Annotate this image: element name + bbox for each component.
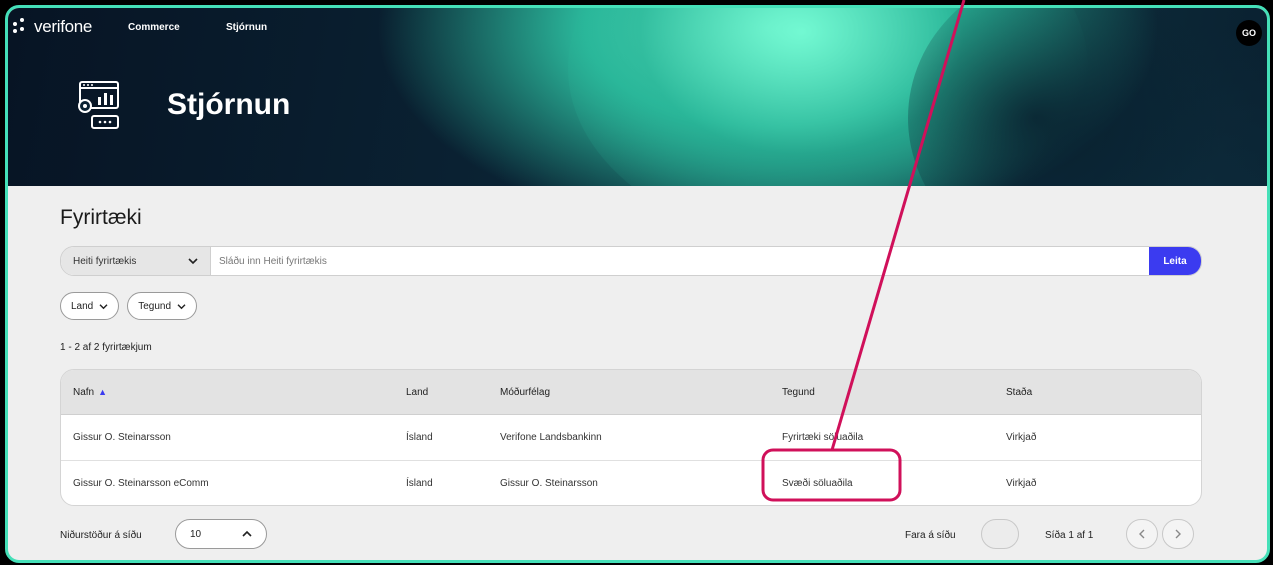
cell-type: Svæði söluaðila xyxy=(782,478,853,489)
chevron-left-icon xyxy=(1139,529,1145,539)
sort-icon[interactable]: ▲︎ xyxy=(98,387,107,397)
chevron-right-icon xyxy=(1175,529,1181,539)
filter-tegund[interactable]: Tegund xyxy=(127,292,198,320)
search-input[interactable] xyxy=(211,247,1149,275)
cell-status: Virkjað xyxy=(1006,478,1037,489)
column-header-country: Land xyxy=(406,386,429,398)
per-page-select[interactable]: 10 xyxy=(175,519,267,549)
search-bar: Heiti fyrirtækis Leita xyxy=(60,246,1202,276)
chevron-down-icon xyxy=(177,303,186,309)
search-field-value: Heiti fyrirtækis xyxy=(73,255,137,267)
page-indicator: Síða 1 af 1 xyxy=(1045,530,1094,541)
filter-tegund-label: Tegund xyxy=(138,300,172,312)
per-page-value: 10 xyxy=(190,528,202,540)
top-navigation: verifone Commerce Stjórnun GO xyxy=(8,8,1267,58)
search-button[interactable]: Leita xyxy=(1149,247,1201,275)
cell-status: Virkjað xyxy=(1006,432,1037,443)
table-row[interactable]: Gissur O. Steinarsson Ísland Verifone La… xyxy=(61,415,1201,461)
cell-parent: Gissur O. Steinarsson xyxy=(500,478,598,489)
page-title: Fyrirtæki xyxy=(60,206,142,229)
per-page-label: Niðurstöður á síðu xyxy=(60,530,142,541)
nav-stjornun[interactable]: Stjórnun xyxy=(226,22,267,33)
next-page-button[interactable] xyxy=(1162,519,1194,549)
results-count: 1 - 2 af 2 fyrirtækjum xyxy=(60,342,152,353)
table-row[interactable]: Gissur O. Steinarsson eComm Ísland Gissu… xyxy=(61,461,1201,505)
column-header-name[interactable]: Nafn ▲︎ xyxy=(61,387,406,398)
user-avatar[interactable]: GO xyxy=(1236,20,1262,46)
goto-page-input[interactable] xyxy=(981,519,1019,549)
nav-commerce[interactable]: Commerce xyxy=(128,22,180,33)
column-header-type: Tegund xyxy=(782,386,815,398)
chevron-down-icon xyxy=(99,303,108,309)
main-content: Fyrirtæki Heiti fyrirtækis Leita Land Te… xyxy=(8,186,1267,560)
search-field-select[interactable]: Heiti fyrirtækis xyxy=(61,247,211,275)
hero-banner: verifone Commerce Stjórnun GO Stjórnun xyxy=(8,8,1267,186)
pagination-bar: Niðurstöður á síðu 10 Fara á síðu Síða 1… xyxy=(60,519,1200,553)
filter-chips: Land Tegund xyxy=(60,292,198,320)
brand-name: verifone xyxy=(34,17,93,36)
filter-land[interactable]: Land xyxy=(60,292,120,320)
page-heading: Stjórnun xyxy=(167,88,291,121)
chevron-down-icon xyxy=(188,258,198,265)
cell-country: Ísland xyxy=(406,478,433,489)
goto-page-label: Fara á síðu xyxy=(905,530,956,541)
verifone-logo[interactable]: verifone xyxy=(12,17,92,37)
cell-type: Fyrirtæki söluaðila xyxy=(782,432,864,443)
app-window: verifone Commerce Stjórnun GO Stjórnun F… xyxy=(5,5,1270,563)
cell-country: Ísland xyxy=(406,432,433,443)
dashboard-settings-icon xyxy=(78,81,119,129)
previous-page-button[interactable] xyxy=(1126,519,1158,549)
chevron-up-icon xyxy=(242,530,252,537)
cell-name[interactable]: Gissur O. Steinarsson eComm xyxy=(61,478,406,489)
column-header-parent: Móðurfélag xyxy=(500,386,551,398)
companies-table: Nafn ▲︎ Land Móðurfélag Tegund Staða Gis… xyxy=(60,369,1202,506)
column-header-status: Staða xyxy=(1006,386,1033,398)
column-header-name-label: Nafn xyxy=(73,386,95,398)
cell-name[interactable]: Gissur O. Steinarsson xyxy=(61,432,406,443)
cell-parent: Verifone Landsbankinn xyxy=(500,432,602,443)
logo-dots-icon xyxy=(12,18,30,36)
filter-land-label: Land xyxy=(71,300,94,312)
table-header: Nafn ▲︎ Land Móðurfélag Tegund Staða xyxy=(61,370,1201,415)
